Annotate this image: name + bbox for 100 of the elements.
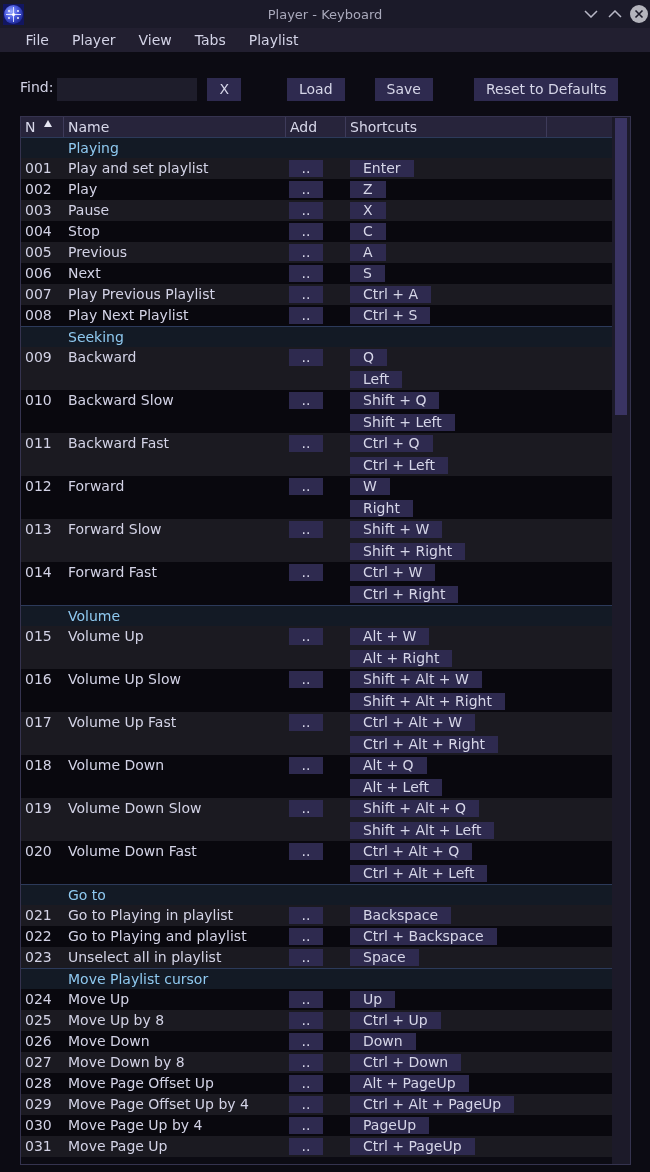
add-button[interactable]: .. (289, 1054, 323, 1071)
shortcut-tag[interactable]: Down (350, 1033, 416, 1050)
add-button[interactable]: .. (289, 564, 323, 581)
shortcut-tag[interactable]: Ctrl + A (350, 286, 432, 303)
shortcut-tag[interactable]: Alt + Right (350, 650, 453, 667)
menu-item[interactable]: View (127, 28, 184, 52)
table-row[interactable]: 015 Volume Up .. Alt + W Alt + Right (21, 626, 612, 669)
add-button[interactable]: .. (289, 757, 323, 774)
add-button[interactable]: .. (289, 671, 323, 688)
table-row[interactable]: 012 Forward .. W Right (21, 476, 612, 519)
table-row[interactable]: 008 Play Next Playlist .. Ctrl + S (21, 305, 612, 326)
table-row[interactable]: 016 Volume Up Slow .. Shift + Alt + W Shift + Alt + Right (21, 669, 612, 712)
shortcut-tag[interactable]: Ctrl + Backspace (350, 928, 497, 945)
menu-item[interactable]: Player (60, 28, 127, 52)
menu-item[interactable]: Playlist (237, 28, 310, 52)
table-row[interactable]: 001 Play and set playlist .. Enter (21, 158, 612, 179)
table-row[interactable]: 027 Move Down by 8 .. Ctrl + Down (21, 1052, 612, 1073)
shortcut-tag[interactable]: Ctrl + Alt + W (350, 714, 475, 731)
shortcut-tag[interactable]: Ctrl + Alt + Q (350, 843, 473, 860)
table-row[interactable]: 006 Next .. S (21, 263, 612, 284)
shortcut-tag[interactable]: Shift + Alt + W (350, 671, 482, 688)
add-button[interactable]: .. (289, 1096, 323, 1113)
add-button[interactable]: .. (289, 628, 323, 645)
shortcut-tag[interactable]: Ctrl + S (350, 307, 431, 324)
shortcut-tag[interactable]: Ctrl + PageUp (350, 1138, 475, 1155)
table-row[interactable]: 018 Volume Down .. Alt + Q Alt + Left (21, 755, 612, 798)
menu-item[interactable]: File (14, 28, 61, 52)
shortcut-tag[interactable]: Alt + Left (350, 779, 442, 796)
add-button[interactable]: .. (289, 349, 323, 366)
shortcut-tag[interactable]: X (350, 202, 386, 219)
shortcut-tag[interactable]: Shift + Alt + Right (350, 693, 505, 710)
table-row[interactable]: 004 Stop .. C (21, 221, 612, 242)
shortcut-tag[interactable]: Shift + Left (350, 414, 455, 431)
table-row[interactable]: 031 Move Page Up .. Ctrl + PageUp (21, 1136, 612, 1157)
shortcut-tag[interactable]: Shift + Q (350, 392, 440, 409)
add-button[interactable]: .. (289, 521, 323, 538)
shortcut-tag[interactable]: Ctrl + Up (350, 1012, 441, 1029)
shortcut-tag[interactable]: Shift + Alt + Left (350, 822, 495, 839)
add-button[interactable]: .. (289, 478, 323, 495)
clear-button[interactable]: X (207, 78, 241, 101)
shortcut-tag[interactable]: Ctrl + Alt + Right (350, 736, 498, 753)
table-row[interactable]: 030 Move Page Up by 4 .. PageUp (21, 1115, 612, 1136)
table-row[interactable]: 029 Move Page Offset Up by 4 .. Ctrl + Alt + PageUp (21, 1094, 612, 1115)
maximize-icon[interactable] (608, 10, 622, 18)
shortcut-tag[interactable]: Alt + Q (350, 757, 427, 774)
table-row[interactable]: 013 Forward Slow .. Shift + W Shift + Right (21, 519, 612, 562)
add-button[interactable]: .. (289, 286, 323, 303)
table-row[interactable]: 023 Unselect all in playlist .. Space (21, 947, 612, 968)
add-button[interactable]: .. (289, 907, 323, 924)
shortcut-tag[interactable]: Ctrl + Q (350, 435, 433, 452)
add-button[interactable]: .. (289, 949, 323, 966)
scrollbar-thumb[interactable] (615, 118, 627, 415)
table-row[interactable]: 003 Pause .. X (21, 200, 612, 221)
shortcut-tag[interactable]: Shift + Alt + Q (350, 800, 480, 817)
shortcut-tag[interactable]: Ctrl + Alt + PageUp (350, 1096, 515, 1113)
reset-button[interactable]: Reset to Defaults (473, 78, 619, 101)
add-button[interactable]: .. (289, 1075, 323, 1092)
load-button[interactable]: Load (287, 78, 345, 101)
add-button[interactable]: .. (289, 1138, 323, 1155)
shortcut-tag[interactable]: S (350, 265, 385, 282)
add-button[interactable]: .. (289, 435, 323, 452)
add-button[interactable]: .. (289, 714, 323, 731)
column-header[interactable]: N (21, 117, 63, 137)
shortcut-tag[interactable]: Backspace (350, 907, 452, 924)
table-row[interactable]: 022 Go to Playing and playlist .. Ctrl + Backspace (21, 926, 612, 947)
table-row[interactable]: 014 Forward Fast .. Ctrl + W Ctrl + Right (21, 562, 612, 605)
shortcut-tag[interactable]: Up (350, 991, 396, 1008)
add-button[interactable]: .. (289, 1033, 323, 1050)
add-button[interactable]: .. (289, 991, 323, 1008)
shortcut-tag[interactable]: Ctrl + Right (350, 586, 459, 603)
add-button[interactable]: .. (289, 265, 323, 282)
menu-item[interactable]: Tabs (183, 28, 238, 52)
shortcut-tag[interactable]: Left (350, 371, 403, 388)
table-row[interactable]: 024 Move Up .. Up (21, 989, 612, 1010)
table-row[interactable]: 005 Previous .. A (21, 242, 612, 263)
add-button[interactable]: .. (289, 307, 323, 324)
shortcut-tag[interactable]: Space (350, 949, 419, 966)
shortcut-tag[interactable]: Shift + W (350, 521, 443, 538)
shortcut-tag[interactable]: W (350, 478, 390, 495)
add-button[interactable]: .. (289, 202, 323, 219)
shortcut-tag[interactable]: C (350, 223, 386, 240)
table-row[interactable]: 020 Volume Down Fast .. Ctrl + Alt + Q Ctrl + Alt + Left (21, 841, 612, 884)
shortcut-tag[interactable]: PageUp (350, 1117, 430, 1134)
shortcut-tag[interactable]: Alt + W (350, 628, 430, 645)
shortcut-tag[interactable]: Ctrl + Left (350, 457, 448, 474)
table-row[interactable]: 021 Go to Playing in playlist .. Backspace (21, 905, 612, 926)
add-button[interactable]: .. (289, 160, 323, 177)
shortcut-tag[interactable]: Right (350, 500, 413, 517)
shortcut-tag[interactable]: Z (350, 181, 386, 198)
table-row[interactable]: 010 Backward Slow .. Shift + Q Shift + Left (21, 390, 612, 433)
table-row[interactable]: 007 Play Previous Playlist .. Ctrl + A (21, 284, 612, 305)
add-button[interactable]: .. (289, 1117, 323, 1134)
add-button[interactable]: .. (289, 223, 323, 240)
table-row[interactable]: 025 Move Up by 8 .. Ctrl + Up (21, 1010, 612, 1031)
shortcut-tag[interactable]: Ctrl + Down (350, 1054, 462, 1071)
table-row[interactable]: 026 Move Down .. Down (21, 1031, 612, 1052)
shortcut-tag[interactable]: Alt + PageUp (350, 1075, 469, 1092)
table-row[interactable]: 002 Play .. Z (21, 179, 612, 200)
table-row[interactable]: 019 Volume Down Slow .. Shift + Alt + Q Shift + Alt + Left (21, 798, 612, 841)
close-icon[interactable] (630, 5, 648, 23)
